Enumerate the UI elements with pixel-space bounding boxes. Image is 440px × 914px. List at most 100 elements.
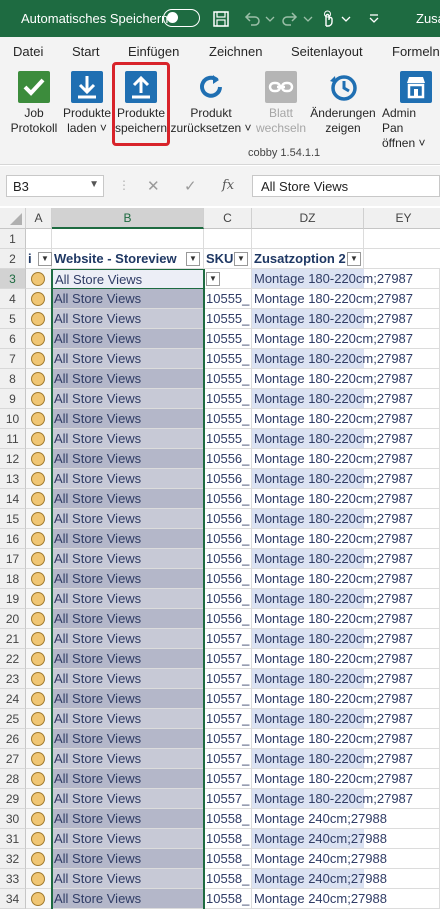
zusatzoption-cell[interactable]: Montage 180-220cm;27987	[252, 789, 440, 809]
sku-cell[interactable]: 10557_	[204, 709, 252, 729]
autosave-toggle[interactable]	[163, 9, 200, 27]
row-header[interactable]: 5	[0, 309, 26, 329]
cancel-icon[interactable]: ✕	[147, 177, 160, 195]
formula-input[interactable]: All Store Views	[252, 175, 440, 197]
customize-toolbar-icon[interactable]	[364, 9, 384, 29]
sku-cell[interactable]: 10556_	[204, 589, 252, 609]
storeview-cell[interactable]: All Store Views	[52, 509, 204, 529]
sku-cell[interactable]: 10557_	[204, 789, 252, 809]
save-icon[interactable]	[211, 9, 231, 29]
zusatzoption-cell[interactable]: Montage 180-220cm;27987	[252, 609, 440, 629]
zusatzoption-cell[interactable]: Montage 180-220cm;27987	[252, 669, 440, 689]
empty-cell[interactable]	[364, 249, 440, 269]
storeview-cell[interactable]: All Store Views	[52, 549, 204, 569]
storeview-cell[interactable]: All Store Views	[52, 769, 204, 789]
zusatzoption-cell[interactable]: Montage 180-220cm;27987	[252, 589, 440, 609]
storeview-cell[interactable]: All Store Views	[52, 709, 204, 729]
row-header[interactable]: 25	[0, 709, 26, 729]
admin-panel-oeffnen-button[interactable]: Admin Pan öffnen ˅	[378, 71, 440, 151]
zusatzoption-cell[interactable]: Montage 180-220cm;27987	[252, 469, 440, 489]
tab-zeichnen[interactable]: Zeichnen	[209, 44, 262, 59]
zusatzoption-cell[interactable]: Montage 180-220cm;27987	[252, 549, 440, 569]
tab-start[interactable]: Start	[72, 44, 99, 59]
sku-cell[interactable]: 10555_	[204, 429, 252, 449]
row-header[interactable]: 13	[0, 469, 26, 489]
storeview-cell[interactable]: All Store Views	[52, 689, 204, 709]
zusatzoption-cell[interactable]: Montage 240cm;27988	[252, 869, 440, 889]
storeview-cell[interactable]: All Store Views	[52, 489, 204, 509]
sku-cell[interactable]: 10555_	[204, 389, 252, 409]
empty-cell[interactable]	[52, 229, 204, 249]
sku-cell[interactable]: 10556_	[204, 529, 252, 549]
sku-cell[interactable]: 10555_	[204, 349, 252, 369]
sku-cell[interactable]: 10555_	[204, 369, 252, 389]
sku-cell[interactable]: 10556_	[204, 549, 252, 569]
storeview-cell[interactable]: All Store Views	[52, 869, 204, 889]
zusatzoption-cell[interactable]: Montage 180-220cm;27987	[252, 509, 440, 529]
sku-cell[interactable]: 10557_	[204, 689, 252, 709]
row-header[interactable]: 17	[0, 549, 26, 569]
storeview-cell[interactable]: All Store Views	[52, 369, 204, 389]
header-cell-website-storeview[interactable]: Website - Storeview	[52, 249, 204, 269]
sku-cell[interactable]: 10557_	[204, 769, 252, 789]
row-header[interactable]: 2	[0, 249, 26, 269]
redo-dropdown-icon[interactable]	[298, 9, 318, 29]
row-header[interactable]: 26	[0, 729, 26, 749]
empty-cell[interactable]	[364, 229, 440, 249]
empty-cell[interactable]	[204, 229, 252, 249]
sku-cell[interactable]: 10558_	[204, 829, 252, 849]
zusatzoption-cell[interactable]: Montage 180-220cm;27987	[252, 489, 440, 509]
storeview-cell[interactable]: All Store Views	[52, 569, 204, 589]
zusatzoption-cell[interactable]: Montage 180-220cm;27987	[252, 349, 440, 369]
column-header-b[interactable]: B	[52, 208, 204, 229]
zusatzoption-cell[interactable]: Montage 180-220cm;27987	[252, 529, 440, 549]
storeview-cell[interactable]: All Store Views	[52, 589, 204, 609]
row-header[interactable]: 24	[0, 689, 26, 709]
sku-cell[interactable]: 10558_	[204, 869, 252, 889]
zusatzoption-cell[interactable]: Montage 180-220cm;27987	[252, 689, 440, 709]
zusatzoption-cell[interactable]: Montage 180-220cm;27987	[252, 289, 440, 309]
row-header[interactable]: 20	[0, 609, 26, 629]
storeview-cell[interactable]: All Store Views	[52, 809, 204, 829]
storeview-cell[interactable]: All Store Views	[52, 889, 204, 909]
row-header[interactable]: 22	[0, 649, 26, 669]
column-header-a[interactable]: A	[26, 208, 52, 229]
row-header[interactable]: 15	[0, 509, 26, 529]
tab-einfuegen[interactable]: Einfügen	[128, 44, 179, 59]
touch-mode-dropdown-icon[interactable]	[336, 9, 356, 29]
name-box-dropdown-icon[interactable]: ▼	[89, 179, 99, 190]
undo-icon[interactable]	[242, 9, 262, 29]
filter-dropdown-icon[interactable]: ▼	[186, 252, 200, 266]
row-header[interactable]: 19	[0, 589, 26, 609]
filter-dropdown-icon[interactable]: ▼	[234, 252, 248, 266]
row-header[interactable]: 4	[0, 289, 26, 309]
column-header-dz[interactable]: DZ	[252, 208, 364, 229]
zusatzoption-cell[interactable]: Montage 180-220cm;27987	[252, 709, 440, 729]
row-header[interactable]: 8	[0, 369, 26, 389]
sku-cell[interactable]: 10556_	[204, 469, 252, 489]
zusatzoption-cell[interactable]: Montage 180-220cm;27987	[252, 389, 440, 409]
sku-cell[interactable]: 10555_	[204, 309, 252, 329]
column-header-ey[interactable]: EY	[364, 208, 440, 229]
aenderungen-zeigen-button[interactable]: Änderungen zeigen	[308, 71, 378, 136]
sku-cell[interactable]: 10558_	[204, 849, 252, 869]
sku-cell[interactable]: 10557_	[204, 649, 252, 669]
row-header[interactable]: 30	[0, 809, 26, 829]
row-header[interactable]: 1	[0, 229, 26, 249]
name-box[interactable]: B3 ▼	[6, 175, 104, 197]
row-header[interactable]: 7	[0, 349, 26, 369]
sku-cell[interactable]: 10556_	[204, 569, 252, 589]
sku-cell[interactable]: 10556_	[204, 509, 252, 529]
zusatzoption-cell[interactable]: Montage 180-220cm;27987	[252, 629, 440, 649]
row-header[interactable]: 16	[0, 529, 26, 549]
sku-cell[interactable]: 10557_	[204, 729, 252, 749]
cell-dropdown-icon[interactable]: ▼	[206, 272, 220, 286]
zusatzoption-cell[interactable]: Montage 180-220cm;27987	[252, 569, 440, 589]
zusatzoption-cell[interactable]: Montage 240cm;27988	[252, 809, 440, 829]
undo-dropdown-icon[interactable]	[260, 9, 280, 29]
row-header[interactable]: 27	[0, 749, 26, 769]
job-protokoll-button[interactable]: Job Protokoll	[6, 71, 62, 136]
zusatzoption-cell[interactable]: Montage 180-220cm;27987	[252, 749, 440, 769]
storeview-cell[interactable]: All Store Views	[52, 309, 204, 329]
storeview-cell[interactable]: All Store Views	[52, 729, 204, 749]
